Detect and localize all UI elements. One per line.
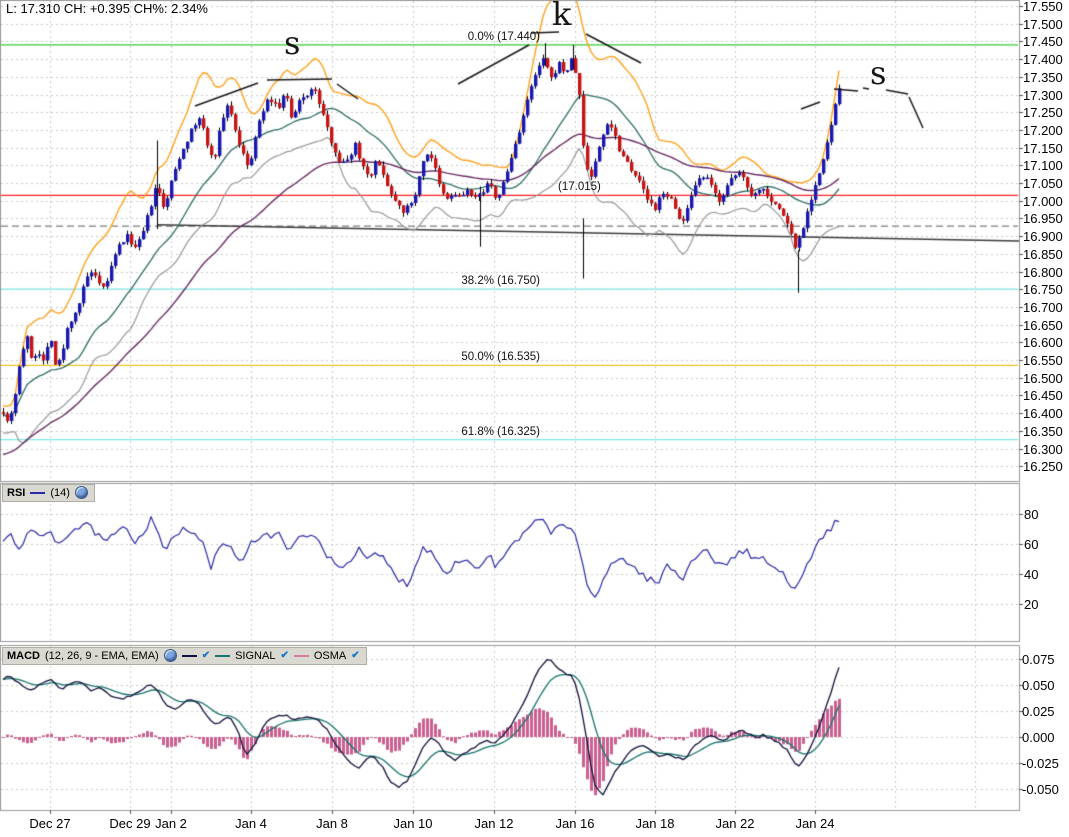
chart-canvas[interactable] [0, 0, 1069, 837]
rsi-line-swatch-icon [30, 492, 45, 494]
checkbox-checked-icon[interactable]: ✔ [351, 650, 359, 661]
checkbox-checked-icon[interactable]: ✔ [280, 650, 288, 661]
chart-application: L: 17.310 CH: +0.395 CH%: 2.34% RSI (14)… [0, 0, 1069, 837]
checkbox-checked-icon[interactable]: ✔ [202, 650, 210, 661]
settings-icon[interactable] [75, 486, 88, 499]
osma-swatch-icon [294, 655, 309, 657]
macd-line-swatch-icon [182, 655, 197, 657]
quote-info: L: 17.310 CH: +0.395 CH%: 2.34% [6, 1, 208, 16]
signal-label: SIGNAL [235, 650, 275, 662]
macd-params: (12, 26, 9 - EMA, EMA) [45, 650, 159, 662]
macd-title: MACD [7, 650, 40, 662]
rsi-params: (14) [50, 487, 70, 499]
macd-header: MACD (12, 26, 9 - EMA, EMA) ✔ SIGNAL ✔ O… [2, 647, 367, 665]
signal-line-swatch-icon [215, 655, 230, 657]
rsi-header: RSI (14) [2, 484, 95, 502]
settings-icon[interactable] [164, 649, 177, 662]
rsi-title: RSI [7, 487, 25, 499]
osma-label: OSMA [314, 650, 346, 662]
